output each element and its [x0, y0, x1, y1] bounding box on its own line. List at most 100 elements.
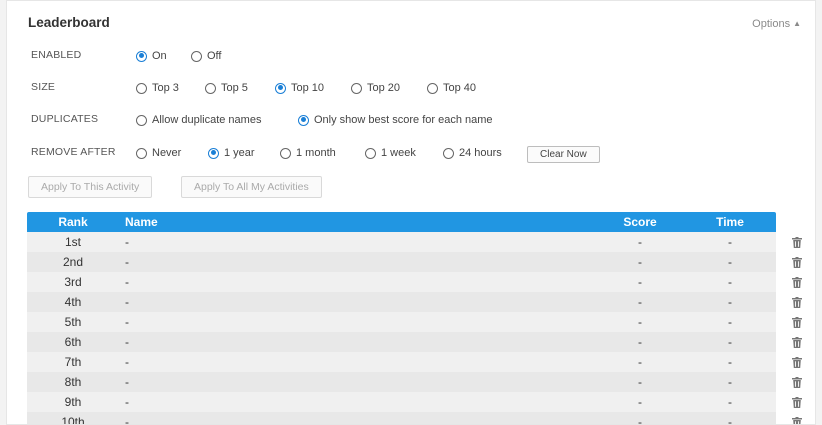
remove-1month-radio[interactable]: 1 month — [280, 143, 336, 163]
rank-cell: 7th — [64, 355, 82, 369]
option-label: 1 year — [224, 147, 255, 159]
size-top40-radio[interactable]: Top 40 — [427, 78, 476, 98]
rank-cell: 10th — [61, 415, 85, 425]
trash-icon[interactable] — [792, 337, 802, 348]
apply-all-activities-button[interactable]: Apply To All My Activities — [181, 176, 322, 198]
score-cell: - — [638, 355, 642, 369]
radio-checked-icon[interactable] — [298, 114, 309, 126]
column-time: Time — [716, 215, 744, 229]
option-label: 1 month — [296, 147, 336, 159]
rank-cell: 9th — [64, 395, 82, 409]
radio-icon[interactable] — [136, 114, 147, 126]
trash-icon[interactable] — [792, 397, 802, 408]
rank-cell: 6th — [64, 335, 82, 349]
enabled-on-radio[interactable]: On — [136, 46, 167, 66]
enabled-label: ENABLED — [31, 49, 82, 61]
size-top5-radio[interactable]: Top 5 — [205, 78, 248, 98]
radio-icon[interactable] — [443, 147, 454, 159]
option-label: Top 20 — [367, 82, 401, 94]
radio-icon[interactable] — [351, 82, 362, 94]
radio-icon[interactable] — [280, 147, 291, 159]
radio-icon[interactable] — [427, 82, 438, 94]
option-label: Top 5 — [221, 82, 248, 94]
time-cell: - — [728, 395, 732, 409]
name-cell: - — [125, 315, 129, 329]
radio-checked-icon[interactable] — [208, 147, 219, 159]
option-label: Only show best score for each name — [314, 114, 493, 126]
name-cell: - — [125, 275, 129, 289]
time-cell: - — [728, 275, 732, 289]
option-label: On — [152, 50, 167, 62]
apply-this-activity-button[interactable]: Apply To This Activity — [28, 176, 153, 198]
trash-icon[interactable] — [792, 237, 802, 248]
option-label: Never — [152, 147, 182, 159]
best-score-radio[interactable]: Only show best score for each name — [298, 110, 493, 130]
rank-cell: 8th — [64, 375, 82, 389]
trash-icon[interactable] — [792, 317, 802, 328]
remove-1year-radio[interactable]: 1 year — [208, 143, 255, 163]
table-row: 10th - - - — [27, 412, 776, 425]
option-label: Allow duplicate names — [152, 114, 262, 126]
time-cell: - — [728, 235, 732, 249]
trash-icon[interactable] — [792, 417, 802, 425]
trash-icon[interactable] — [792, 257, 802, 268]
trash-icon[interactable] — [792, 297, 802, 308]
score-cell: - — [638, 295, 642, 309]
radio-icon[interactable] — [191, 50, 202, 62]
time-cell: - — [728, 255, 732, 269]
column-score: Score — [623, 215, 657, 229]
radio-icon[interactable] — [136, 147, 147, 159]
time-cell: - — [728, 315, 732, 329]
radio-icon[interactable] — [365, 147, 376, 159]
table-row: 9th - - - — [27, 392, 776, 412]
table-body: 1st - - - 2nd - - - 3rd - - - 4th - - - 5th - - - 6th - -… — [27, 232, 776, 425]
radio-checked-icon[interactable] — [136, 50, 147, 62]
remove-24hours-radio[interactable]: 24 hours — [443, 143, 502, 163]
table-row: 6th - - - — [27, 332, 776, 352]
trash-icon[interactable] — [792, 357, 802, 368]
duplicates-label: DUPLICATES — [31, 113, 99, 125]
rank-cell: 2nd — [62, 255, 84, 269]
size-top20-radio[interactable]: Top 20 — [351, 78, 400, 98]
score-cell: - — [638, 275, 642, 289]
remove-after-row: REMOVE AFTER Never 1 year 1 month 1 week… — [7, 143, 815, 163]
clear-now-button[interactable]: Clear Now — [527, 146, 600, 163]
column-rank: Rank — [58, 215, 88, 229]
remove-1week-radio[interactable]: 1 week — [365, 143, 416, 163]
allow-duplicates-radio[interactable]: Allow duplicate names — [136, 110, 261, 130]
radio-checked-icon[interactable] — [275, 82, 286, 94]
leaderboard-panel: Leaderboard Options ▲ ENABLED On Off SIZE… — [6, 0, 816, 425]
time-cell: - — [728, 415, 732, 425]
table-row: 8th - - - — [27, 372, 776, 392]
remove-never-radio[interactable]: Never — [136, 143, 181, 163]
leaderboard-table: Rank Name Score Time 1st - - - 2nd - - - 3rd - -… — [27, 212, 776, 425]
name-cell: - — [125, 415, 129, 425]
panel-title: Leaderboard — [28, 15, 110, 30]
score-cell: - — [638, 375, 642, 389]
size-top10-radio[interactable]: Top 10 — [275, 78, 324, 98]
score-cell: - — [638, 235, 642, 249]
options-menu[interactable]: Options ▲ — [752, 18, 801, 30]
option-label: 1 week — [381, 147, 416, 159]
radio-icon[interactable] — [136, 82, 147, 94]
time-cell: - — [728, 375, 732, 389]
duplicates-row: DUPLICATES Allow duplicate names Only sh… — [7, 110, 815, 130]
score-cell: - — [638, 415, 642, 425]
rank-cell: 1st — [64, 235, 81, 249]
trash-icon[interactable] — [792, 277, 802, 288]
size-top3-radio[interactable]: Top 3 — [136, 78, 179, 98]
enabled-off-radio[interactable]: Off — [191, 46, 221, 66]
size-row: SIZE Top 3 Top 5 Top 10 Top 20 Top 40 — [7, 78, 815, 98]
name-cell: - — [125, 395, 129, 409]
time-cell: - — [728, 355, 732, 369]
name-cell: - — [125, 375, 129, 389]
option-label: Top 40 — [443, 82, 477, 94]
score-cell: - — [638, 335, 642, 349]
radio-icon[interactable] — [205, 82, 216, 94]
score-cell: - — [638, 315, 642, 329]
table-row: 3rd - - - — [27, 272, 776, 292]
score-cell: - — [638, 255, 642, 269]
caret-up-icon: ▲ — [793, 19, 801, 28]
trash-icon[interactable] — [792, 377, 802, 388]
name-cell: - — [125, 255, 129, 269]
